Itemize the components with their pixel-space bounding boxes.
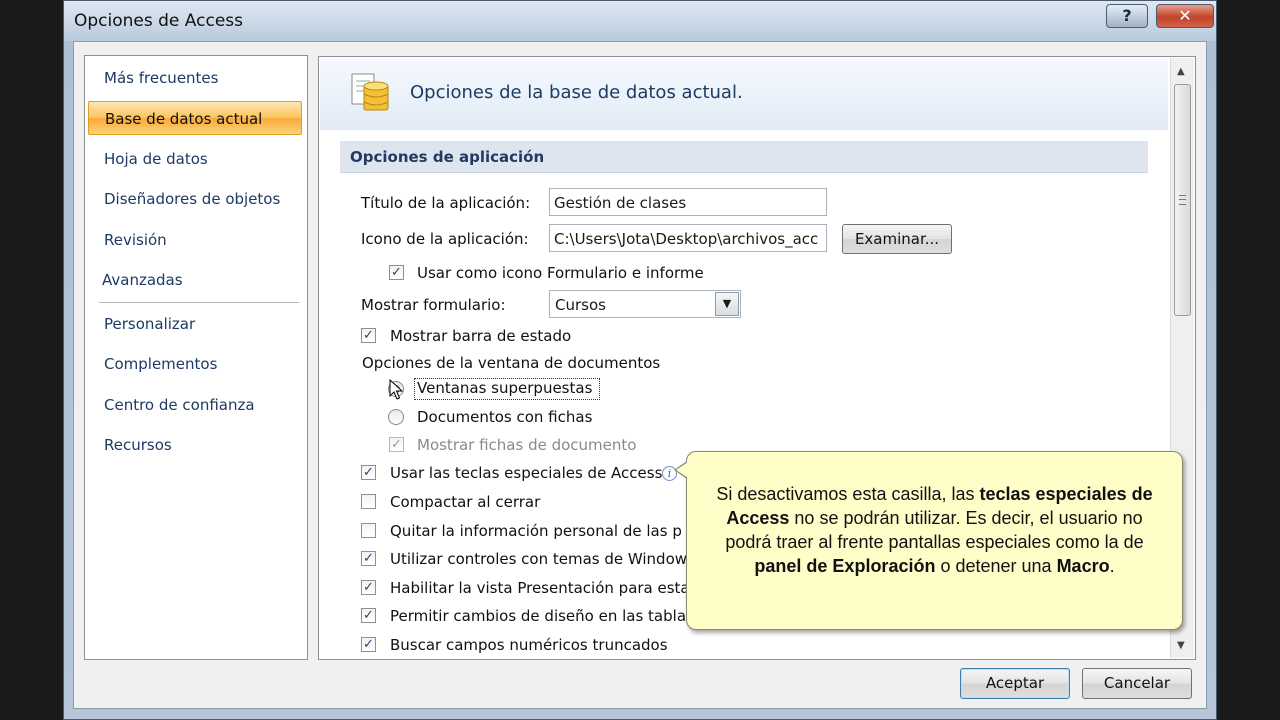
callout-bold-macro: Macro — [1056, 556, 1110, 576]
special-keys-label: Usar las teclas especiales de Access — [390, 464, 663, 482]
show-document-tabs-label: Mostrar fichas de documento — [417, 436, 637, 454]
ok-button[interactable]: Aceptar — [960, 668, 1070, 699]
app-title-label: Título de la aplicación: — [361, 194, 531, 212]
category-sidebar: Más frecuentes Base de datos actual Hoja… — [84, 55, 308, 660]
sidebar-item-disenadores-de-objetos[interactable]: Diseñadores de objetos — [88, 182, 302, 216]
sidebar-item-avanzadas[interactable]: Avanzadas — [88, 263, 302, 297]
sidebar-item-revision[interactable]: Revisión — [88, 223, 302, 257]
show-form-value: Cursos — [555, 296, 606, 314]
app-icon-label: Icono de la aplicación: — [361, 230, 529, 248]
sidebar-item-centro-de-confianza[interactable]: Centro de confianza — [88, 388, 302, 422]
app-icon-input[interactable]: C:\Users\Jota\Desktop\archivos_acc — [549, 224, 827, 252]
close-button[interactable]: ✕ — [1156, 4, 1214, 28]
status-bar-label: Mostrar barra de estado — [390, 327, 572, 345]
compact-on-close-checkbox[interactable] — [361, 494, 376, 509]
callout-pointer-fill — [676, 462, 688, 478]
chevron-down-icon[interactable]: ▼ — [715, 292, 739, 316]
remove-personal-info-label: Quitar la información personal de las p — [390, 522, 682, 540]
dialog-title: Opciones de Access — [74, 11, 243, 31]
overlapping-windows-label: Ventanas superpuestas — [417, 379, 593, 397]
show-form-label: Mostrar formulario: — [361, 296, 506, 314]
cancel-button[interactable]: Cancelar — [1082, 668, 1192, 699]
sidebar-divider — [99, 302, 299, 303]
tabbed-documents-radio[interactable] — [388, 409, 404, 425]
section-title: Opciones de aplicación — [350, 148, 545, 166]
section-header-application-options: Opciones de aplicación — [340, 141, 1148, 173]
sidebar-item-personalizar[interactable]: Personalizar — [88, 307, 302, 341]
layout-view-checkbox[interactable]: ✓ — [361, 580, 376, 595]
show-document-tabs-checkbox[interactable]: ✓ — [389, 437, 404, 452]
status-bar-checkbox[interactable]: ✓ — [361, 328, 376, 343]
scroll-thumb[interactable] — [1174, 84, 1191, 316]
callout-text-3: o detener una — [935, 556, 1057, 576]
app-title-input[interactable]: Gestión de clases — [549, 188, 827, 216]
sidebar-item-recursos[interactable]: Recursos — [88, 428, 302, 462]
use-as-icon-checkbox[interactable]: ✓ — [389, 265, 404, 280]
tutorial-callout: Si desactivamos esta casilla, las teclas… — [686, 451, 1183, 630]
sidebar-item-base-de-datos-actual[interactable]: Base de datos actual — [88, 101, 302, 135]
help-button[interactable]: ? — [1106, 4, 1148, 28]
tabbed-documents-label: Documentos con fichas — [417, 408, 593, 426]
truncated-fields-checkbox[interactable]: ✓ — [361, 637, 376, 652]
themed-controls-checkbox[interactable]: ✓ — [361, 551, 376, 566]
use-as-icon-label: Usar como icono Formulario e informe — [417, 264, 704, 282]
layout-view-label: Habilitar la vista Presentación para est… — [390, 579, 690, 597]
special-keys-checkbox[interactable]: ✓ — [361, 465, 376, 480]
callout-text-2: no se podrán utilizar. Es decir, el usua… — [725, 508, 1144, 552]
compact-on-close-label: Compactar al cerrar — [390, 493, 541, 511]
panel-title: Opciones de la base de datos actual. — [410, 82, 743, 103]
title-bar: Opciones de Access ? ✕ — [64, 1, 1216, 41]
design-changes-label: Permitir cambios de diseño en las tabla — [390, 607, 687, 625]
database-options-icon — [351, 73, 389, 111]
callout-text-4: . — [1109, 556, 1115, 576]
callout-bold-navigation-pane: panel de Exploración — [754, 556, 936, 576]
panel-header: Opciones de la base de datos actual. — [320, 58, 1168, 130]
callout-text-1: Si desactivamos esta casilla, las — [716, 484, 980, 504]
scroll-up-icon[interactable]: ▲ — [1177, 66, 1185, 77]
remove-personal-info-checkbox[interactable] — [361, 523, 376, 538]
browse-button[interactable]: Examinar... — [842, 224, 952, 254]
mouse-cursor-icon — [389, 379, 403, 400]
scroll-down-icon[interactable]: ▼ — [1177, 640, 1185, 651]
grip-icon — [1179, 195, 1186, 205]
truncated-fields-label: Buscar campos numéricos truncados — [390, 636, 668, 654]
doc-window-options-label: Opciones de la ventana de documentos — [362, 354, 661, 372]
design-changes-checkbox[interactable]: ✓ — [361, 608, 376, 623]
themed-controls-label: Utilizar controles con temas de Window — [390, 550, 688, 568]
sidebar-item-hoja-de-datos[interactable]: Hoja de datos — [88, 142, 302, 176]
show-form-dropdown[interactable]: Cursos ▼ — [549, 290, 741, 318]
sidebar-item-complementos[interactable]: Complementos — [88, 347, 302, 381]
sidebar-item-mas-frecuentes[interactable]: Más frecuentes — [88, 61, 302, 95]
